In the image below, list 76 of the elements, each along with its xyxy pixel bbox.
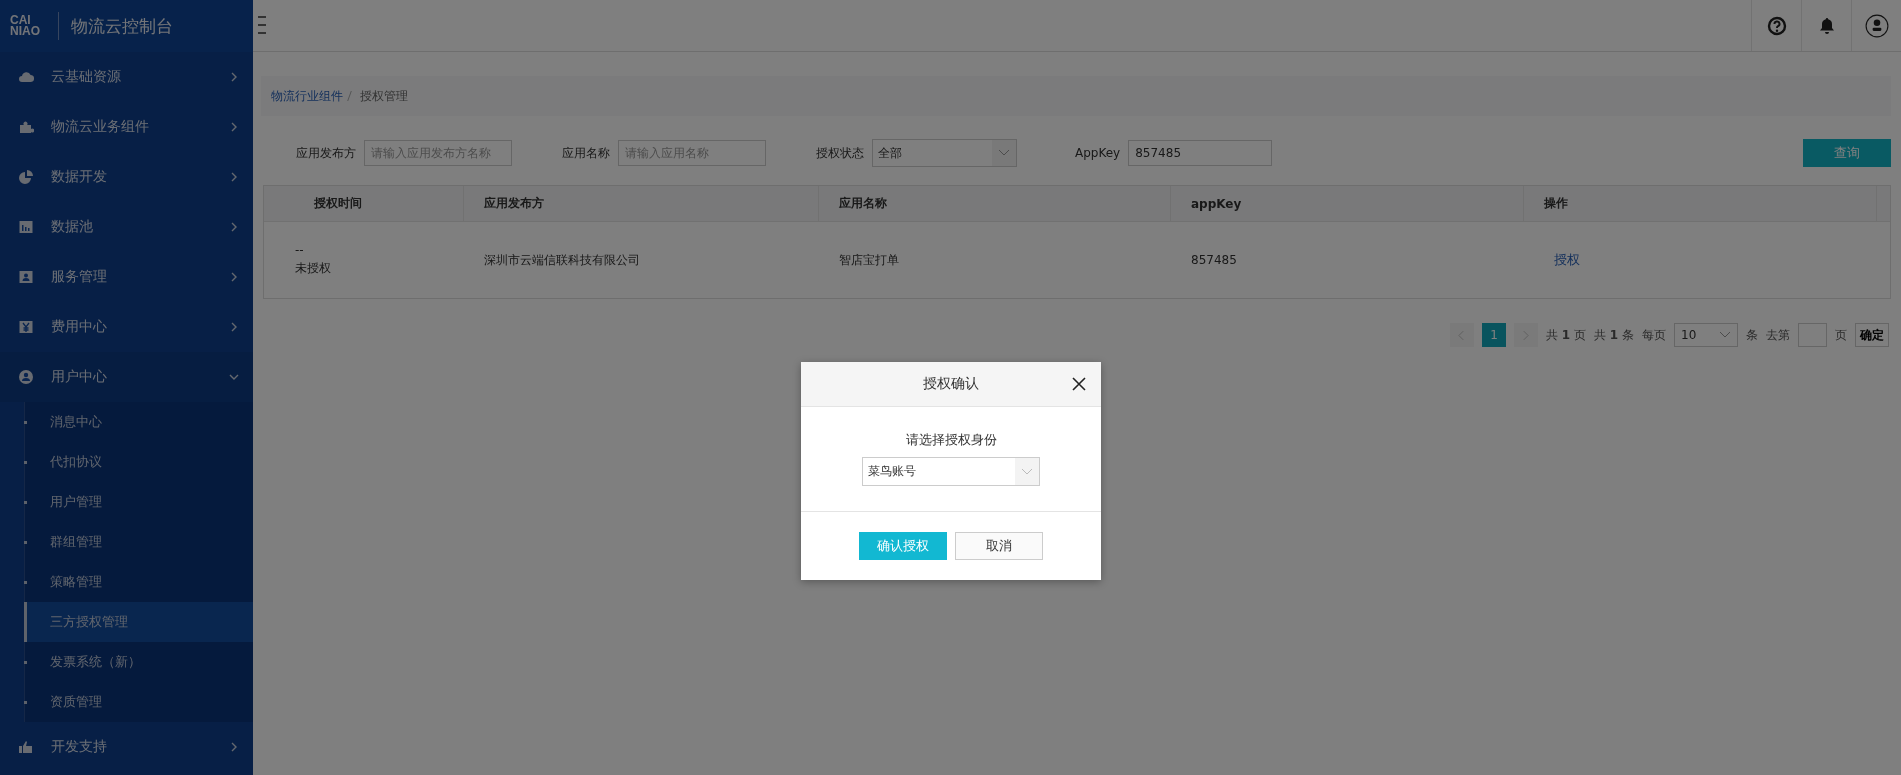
submenu-item[interactable]: 代扣协议 (24, 442, 253, 482)
user-icon (18, 369, 34, 385)
filter-label: AppKey (1075, 146, 1121, 160)
breadcrumb-link[interactable]: 物流行业组件 (271, 87, 343, 105)
yen-icon (18, 319, 34, 335)
goto-page-input[interactable] (1798, 323, 1827, 347)
table-cell: -- (295, 243, 304, 257)
submenu-item[interactable]: 消息中心 (24, 402, 253, 442)
table-cell: 深圳市云端信联科技有限公司 (484, 251, 640, 269)
menu-item[interactable]: 数据池 (0, 202, 253, 252)
caret-icon (1021, 467, 1033, 476)
column-header: 应用名称 (819, 186, 1171, 221)
puzzle-icon (18, 119, 34, 135)
submenu-item[interactable]: 策略管理 (24, 562, 253, 602)
chevron-right-icon (229, 172, 239, 182)
chevron-right-icon (229, 72, 239, 82)
brand-logo: CAI NIAO (10, 15, 40, 37)
submenu-item[interactable]: 发票系统（新） (24, 642, 253, 682)
chevron-down-icon (229, 372, 239, 382)
menu-icon[interactable] (257, 13, 267, 37)
query-button[interactable]: 查询 (1803, 139, 1891, 167)
menu-item[interactable]: 开发支持 (0, 722, 253, 772)
chevron-right-icon (229, 742, 239, 752)
table-cell: 857485 (1191, 253, 1237, 267)
identity-select[interactable]: 菜鸟账号 (862, 457, 1040, 486)
page-size-select[interactable]: 10 (1674, 323, 1738, 347)
help-icon[interactable] (1766, 15, 1787, 36)
chevron-right-icon (229, 322, 239, 332)
column-header: 应用发布方 (464, 186, 819, 221)
menu-item[interactable]: 物流云业务组件 (0, 102, 253, 152)
filter-input[interactable]: 857485 (1128, 140, 1273, 166)
page-button[interactable]: 1 (1481, 323, 1506, 347)
submenu-item[interactable]: 群组管理 (24, 522, 253, 562)
column-header: 授权时间 (264, 186, 464, 221)
caret-icon (998, 149, 1010, 157)
breadcrumb-current: 授权管理 (360, 87, 408, 105)
submenu-item[interactable]: 用户管理 (24, 482, 253, 522)
submenu-item[interactable]: 三方授权管理 (24, 602, 253, 642)
table-cell: 智店宝打单 (839, 251, 899, 269)
goto-unit: 页 (1835, 326, 1847, 344)
filter-label: 应用名称 (562, 144, 610, 162)
pie-chart-icon (18, 169, 34, 185)
menu-item[interactable]: 费用中心 (0, 302, 253, 352)
per-page-unit: 条 (1746, 326, 1758, 344)
authorize-link[interactable]: 授权 (1554, 251, 1580, 269)
caret-icon (1719, 331, 1731, 339)
total-pages-text: 共 1 页 (1545, 326, 1586, 344)
status-text: 未授权 (295, 260, 331, 277)
menu-item[interactable]: 云基础资源 (0, 52, 253, 102)
avatar-icon[interactable] (1864, 13, 1889, 38)
thumbs-up-icon (18, 739, 34, 755)
dialog-prompt: 请选择授权身份 (905, 431, 997, 449)
filter-select[interactable]: 全部 (872, 139, 1017, 167)
confirm-button[interactable]: 确认授权 (859, 532, 947, 560)
submenu-item[interactable]: 资质管理 (24, 682, 253, 722)
chevron-right-icon (229, 122, 239, 132)
menu-item[interactable]: 服务管理 (0, 252, 253, 302)
column-header: appKey (1171, 186, 1524, 221)
dialog-title: 授权确认 (923, 375, 979, 393)
close-icon[interactable] (1072, 377, 1086, 391)
column-header: 操作 (1524, 186, 1877, 221)
total-items-text: 共 1 条 (1594, 326, 1634, 344)
filter-label: 授权状态 (816, 144, 864, 162)
goto-label: 去第 (1766, 326, 1790, 344)
goto-button[interactable]: 确定 (1855, 323, 1889, 347)
console-title: 物流云控制台 (71, 14, 173, 38)
menu-item[interactable]: 用户中心 (0, 352, 253, 402)
bar-chart-icon (18, 219, 34, 235)
filter-label: 应用发布方 (296, 144, 356, 162)
menu-item[interactable]: 数据开发 (0, 152, 253, 202)
chevron-right-icon (229, 222, 239, 232)
cancel-button[interactable]: 取消 (955, 532, 1043, 560)
chevron-right-icon (229, 272, 239, 282)
cloud-icon (18, 69, 34, 85)
per-page-label: 每页 (1642, 326, 1666, 344)
id-card-icon (18, 269, 34, 285)
